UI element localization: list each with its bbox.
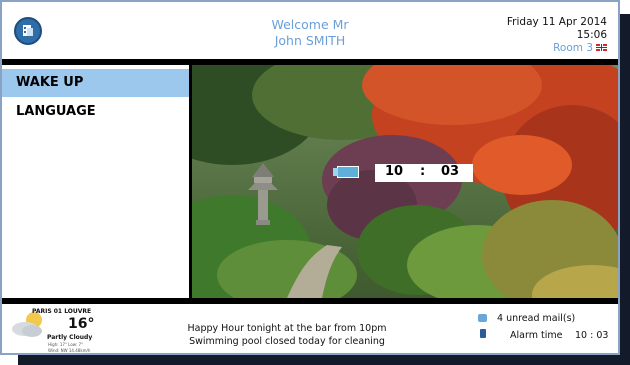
menu-item-language[interactable]: LANGUAGE <box>2 98 189 126</box>
time-separator: : <box>420 164 426 179</box>
minutes-field[interactable]: 03 <box>441 164 459 179</box>
hours-field[interactable]: 10 <box>385 164 403 179</box>
current-time: 15:06 <box>576 29 607 41</box>
announcement-1: Happy Hour tonight at the bar from 10pm <box>187 323 387 334</box>
hotel-logo-icon <box>14 17 42 45</box>
weather-temperature: 16° <box>68 316 95 332</box>
weather-high-low: High: 17° Low: 7° <box>48 342 83 347</box>
camera-icon <box>333 166 359 178</box>
header: Welcome Mr John SMITH Friday 11 Apr 2014… <box>2 2 618 58</box>
uk-flag-icon[interactable] <box>596 44 607 51</box>
alarm-icon <box>480 329 486 338</box>
tv-screen: Welcome Mr John SMITH Friday 11 Apr 2014… <box>0 0 620 355</box>
alarm-time-value: 10 : 03 <box>575 330 609 341</box>
alarm-time-label: Alarm time <box>510 330 563 341</box>
mail-icon[interactable] <box>478 314 487 322</box>
unread-mail-count[interactable]: 4 unread mail(s) <box>497 313 575 324</box>
weather-city: PARIS 01 LOUVRE <box>32 308 92 315</box>
menu-item-wake-up[interactable]: WAKE UP <box>2 69 189 97</box>
footer: PARIS 01 LOUVRE 16° Partly Cloudy High: … <box>2 304 618 353</box>
weather-wind: Wind: NW 14.48km/h <box>48 348 91 353</box>
room-indicator[interactable]: Room 3 <box>553 42 607 54</box>
welcome-greeting: Welcome Mr <box>271 17 349 32</box>
announcement-2: Swimming pool closed today for cleaning <box>189 336 385 347</box>
weather-condition: Partly Cloudy <box>47 334 93 341</box>
wake-up-time-setter[interactable]: 10 : 03 <box>333 164 487 182</box>
time-input[interactable]: 10 : 03 <box>375 164 473 182</box>
current-date: Friday 11 Apr 2014 <box>506 16 607 28</box>
garden-background-image: 10 : 03 <box>192 65 618 298</box>
side-menu: WAKE UP LANGUAGE <box>2 65 189 298</box>
guest-name: John SMITH <box>274 33 346 48</box>
room-label: Room 3 <box>553 42 593 54</box>
